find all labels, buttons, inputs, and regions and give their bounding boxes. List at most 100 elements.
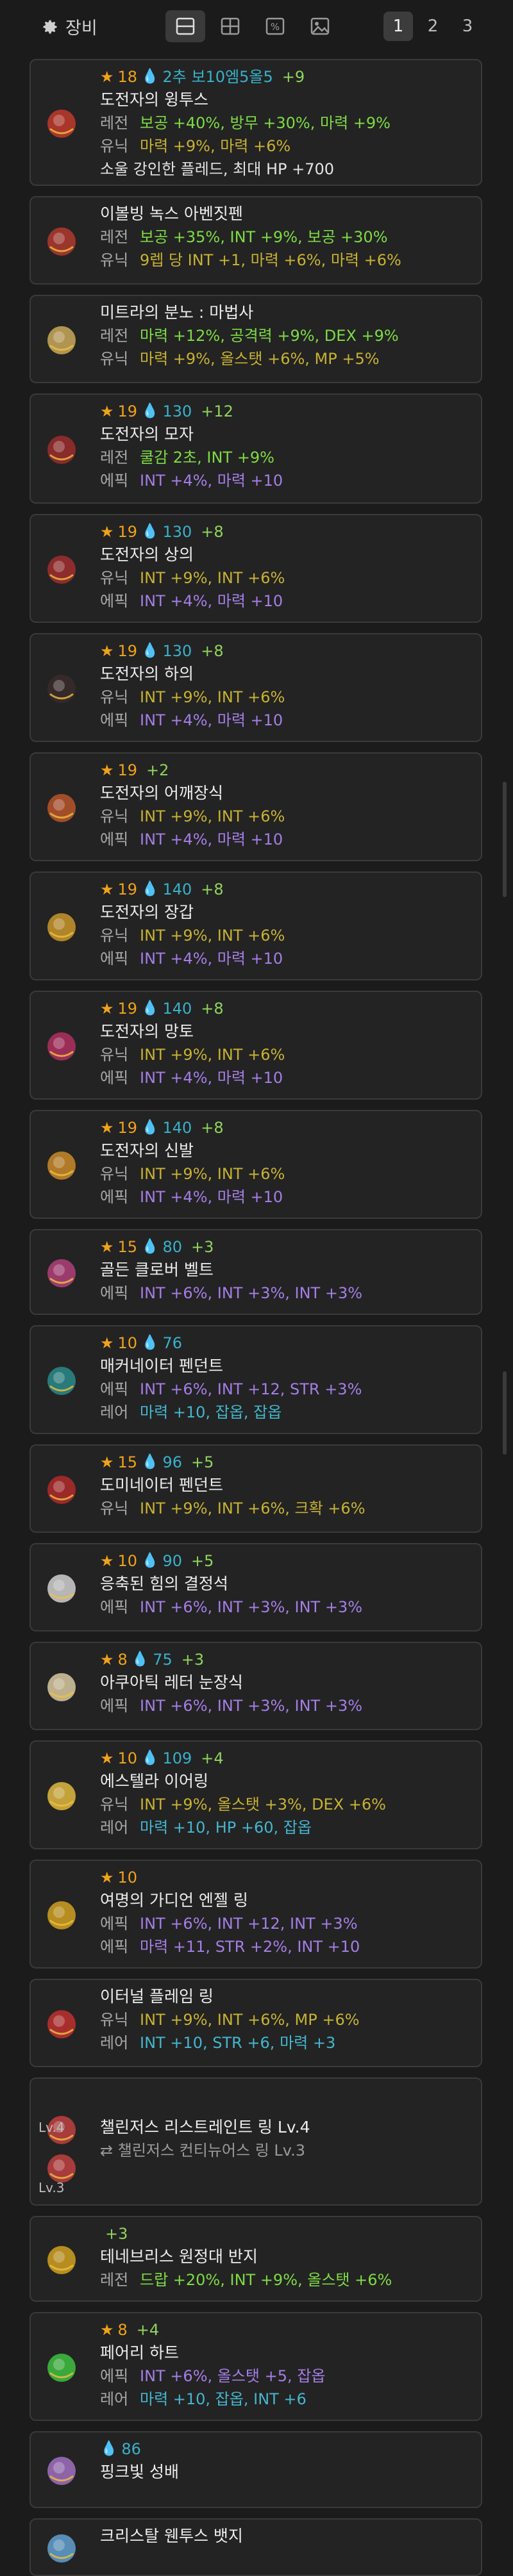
image-view-button[interactable] xyxy=(300,10,340,42)
equipment-card[interactable]: ★ 10 💧 76 매커네이터 펜던트 에픽 INT +6%, INT +12, STR +… xyxy=(29,1325,482,1434)
equipment-card[interactable]: ★ 19 💧 140 +8 도전자의 신발 유닉 INT +9%, INT +6% 에픽 INT … xyxy=(29,1110,482,1219)
upgrade-count: +4 xyxy=(136,2321,160,2339)
equipment-card[interactable]: ★ 15 💧 80 +3 골든 클로버 벨트 에픽 INT +6%, INT +3%, INT… xyxy=(29,1229,482,1315)
item-art xyxy=(47,1152,76,1180)
grid-view-button[interactable] xyxy=(210,10,250,42)
page-3-button[interactable]: 3 xyxy=(453,12,482,41)
star-force-count: 19 xyxy=(117,1119,138,1137)
potential-options: INT +6%, INT +12, STR +3% xyxy=(140,1380,362,1398)
equipment-card[interactable]: ★ 19 💧 130 +8 도전자의 상의 유닉 INT +9%, INT +6% 에픽 INT … xyxy=(29,514,482,623)
equipment-card[interactable]: ★ 18 💧 2추 보10엠5올5 +9 도전자의 윙투스 레전 보공 +40%, 방무 +3… xyxy=(29,59,482,186)
flame-drop-icon: 💧 xyxy=(141,1119,159,1135)
card-content: 미트라의 분노 : 마법사 레전 마력 +12%, 공격력 +9%, DEX +9%… xyxy=(100,301,475,370)
potential-options: 마력 +10, HP +60, 잡옵 xyxy=(140,1819,312,1837)
item-art xyxy=(47,2010,76,2038)
item-name: 도전자의 모자 xyxy=(100,425,194,443)
equipment-tab[interactable]: 장비 xyxy=(41,14,97,39)
page-2-button[interactable]: 2 xyxy=(418,12,448,41)
equipment-card[interactable]: ★ 19 💧 130 +8 도전자의 하의 유닉 INT +9%, INT +6% 에픽 INT … xyxy=(29,633,482,742)
equipment-card[interactable]: 이볼빙 녹스 아벤짓펜 레전 보공 +35%, INT +9%, 보공 +30% 유닉… xyxy=(29,196,482,285)
card-content: 이터널 플레임 링 유닉 INT +9%, INT +6%, MP +6% 레어 INT… xyxy=(100,1985,475,2054)
card-content: ★ 10 💧 109 +4 에스텔라 이어링 유닉 INT +9%, 올스탯 +3%, DEX… xyxy=(100,1747,475,1839)
potential-options: 마력 +10, 잡옵, 잡옵 xyxy=(140,1403,282,1421)
equipment-card[interactable]: 크리스탈 웬투스 뱃지 xyxy=(29,2518,482,2576)
enhance-meta: ★ 10 💧 109 +4 xyxy=(100,1747,475,1770)
star-icon: ★ xyxy=(100,523,114,541)
split-view-button[interactable] xyxy=(165,10,205,42)
equipment-card[interactable]: Lv.4 Lv.3 챌린저스 리스트레인트 링 Lv.4 ⇄ 챌린저스 컨티뉴어스 링… xyxy=(29,2077,482,2206)
equipment-card[interactable]: ★ 10 💧 90 +5 응축된 힘의 결정석 에픽 INT +6%, INT +3%, IN… xyxy=(29,1543,482,1631)
ring4-icon xyxy=(38,2237,85,2283)
potential-options: INT +6%, INT +12, INT +3% xyxy=(140,1915,358,1933)
item-name: 아쿠아틱 레터 눈장식 xyxy=(100,1673,243,1692)
potential-line: 유닉 INT +9%, INT +6%, MP +6% xyxy=(100,2008,475,2031)
upgrade-count: +2 xyxy=(146,761,169,779)
scrollbar-thumb-secondary[interactable] xyxy=(503,1371,507,1455)
item-name: 페어리 하트 xyxy=(100,2343,179,2362)
potential-options: 마력 +11, STR +2%, INT +10 xyxy=(140,1938,360,1956)
item-name: 이터널 플레임 링 xyxy=(100,1987,214,2006)
potential-grade-label: 유닉 xyxy=(100,1499,129,1517)
equipment-card[interactable]: ★ 19 +2 도전자의 어깨장식 유닉 INT +9%, INT +6% 에픽 INT +4… xyxy=(29,752,482,861)
potential-options: INT +6%, INT +3%, INT +3% xyxy=(140,1697,363,1715)
upgrade-count: +3 xyxy=(191,1238,214,1256)
equipment-card[interactable]: ★ 15 💧 96 +5 도미네이터 펜던트 유닉 INT +9%, INT +6%, 크확 … xyxy=(29,1444,482,1533)
chalice-icon xyxy=(38,2448,85,2494)
item-name: 도전자의 망토 xyxy=(100,1022,194,1041)
equipment-card[interactable]: ★ 19 💧 130 +12 도전자의 모자 레전 쿨감 2초, INT +9% 에픽 INT +… xyxy=(29,393,482,504)
item-swap-name: ⇄ 챌린저스 컨티뉴어스 링 Lv.3 xyxy=(100,2142,306,2159)
star-icon: ★ xyxy=(100,1651,114,1669)
item-name: 이볼빙 녹스 아벤짓펜 xyxy=(100,204,243,223)
equipment-page: 장비 % 1 2 3 ★ 18 💧 2추 보10엠5올5 +9 도전자의 윙투스 레전 보공 … xyxy=(0,0,513,2576)
upgrade-count: +8 xyxy=(201,1119,224,1137)
weapon-icon xyxy=(38,101,85,147)
item-art xyxy=(47,227,76,256)
upgrade-count: +8 xyxy=(201,880,224,898)
enhance-meta: ★ 19 +2 xyxy=(100,759,475,782)
enhance-meta: 💧 86 xyxy=(100,2438,475,2461)
equipment-card[interactable]: 미트라의 분노 : 마법사 레전 마력 +12%, 공격력 +9%, DEX +9%… xyxy=(29,295,482,383)
equipment-card[interactable]: ★ 8 💧 75 +3 아쿠아틱 레터 눈장식 에픽 INT +6%, INT +3%, IN… xyxy=(29,1642,482,1730)
flame-drop-icon: 💧 xyxy=(141,69,159,85)
scrollbar-thumb[interactable] xyxy=(503,782,507,897)
view-mode-group: % xyxy=(165,10,340,42)
potential-options: 보공 +35%, INT +9%, 보공 +30% xyxy=(140,228,388,246)
equipment-card[interactable]: ★ 10 💧 109 +4 에스텔라 이어링 유닉 INT +9%, 올스탯 +3%, DEX… xyxy=(29,1740,482,1849)
potential-grade-label: 에픽 xyxy=(100,1598,129,1616)
flame-stat: 130 xyxy=(162,402,192,420)
equipment-card[interactable]: +3 테네브리스 원정대 반지 레전 드랍 +20%, INT +9%, 올스탯 +6… xyxy=(29,2216,482,2302)
card-content: 이볼빙 녹스 아벤짓펜 레전 보공 +35%, INT +9%, 보공 +30% 유닉… xyxy=(100,202,475,272)
flame-stat: 90 xyxy=(162,1552,183,1570)
potential-line: 레전 보공 +40%, 방무 +30%, 마력 +9% xyxy=(100,111,475,135)
potential-options: INT +4%, 마력 +10 xyxy=(140,1069,283,1087)
equipment-card[interactable]: ★ 8 +4 페어리 하트 에픽 INT +6%, 올스탯 +5, 잡옵 레어 마력 +10,… xyxy=(29,2312,482,2421)
equipment-card[interactable]: ★ 19 💧 140 +8 도전자의 망토 유닉 INT +9%, INT +6% 에픽 INT … xyxy=(29,991,482,1100)
item-art xyxy=(47,110,76,138)
equipment-card[interactable]: ★ 19 💧 140 +8 도전자의 장갑 유닉 INT +9%, INT +6% 에픽 INT … xyxy=(29,871,482,980)
star-icon: ★ xyxy=(100,402,114,420)
equipment-card[interactable]: 이터널 플레임 링 유닉 INT +9%, INT +6%, MP +6% 레어 INT… xyxy=(29,1979,482,2067)
card-content: ★ 19 💧 140 +8 도전자의 신발 유닉 INT +9%, INT +6% 에픽 INT … xyxy=(100,1116,475,1209)
item-name: 골든 클로버 벨트 xyxy=(100,1260,214,1279)
percent-view-button[interactable]: % xyxy=(255,10,295,42)
flame-drop-icon: 💧 xyxy=(141,1750,159,1766)
equipment-card[interactable]: ★ 10 여명의 가디언 엔젤 링 에픽 INT +6%, INT +12, INT +… xyxy=(29,1860,482,1969)
star-force-count: 18 xyxy=(117,68,138,86)
item-name: 챌린저스 리스트레인트 링 Lv.4 xyxy=(100,2118,310,2136)
ring2-icon xyxy=(38,2001,85,2047)
equipment-card[interactable]: 💧 86 핑크빛 성배 xyxy=(29,2431,482,2508)
grid-view-icon xyxy=(221,17,240,35)
star-force-count: 15 xyxy=(117,1238,138,1256)
enhance-meta: ★ 10 💧 76 xyxy=(100,1332,475,1355)
shoulder-icon xyxy=(38,785,85,831)
item-name: 도미네이터 펜던트 xyxy=(100,1476,223,1494)
item-name: 매커네이터 펜던트 xyxy=(100,1357,223,1375)
page-1-button[interactable]: 1 xyxy=(383,12,413,41)
star-force-count: 19 xyxy=(117,642,138,660)
potential-grade-label: 유닉 xyxy=(100,807,129,825)
potential-options: INT +6%, 올스탯 +5, 잡옵 xyxy=(140,2367,326,2385)
image-icon xyxy=(310,17,330,35)
card-content: ★ 19 💧 140 +8 도전자의 장갑 유닉 INT +9%, INT +6% 에픽 INT … xyxy=(100,878,475,970)
potential-options: INT +9%, INT +6% xyxy=(140,807,285,825)
item-name: 여명의 가디언 엔젤 링 xyxy=(100,1891,248,1910)
